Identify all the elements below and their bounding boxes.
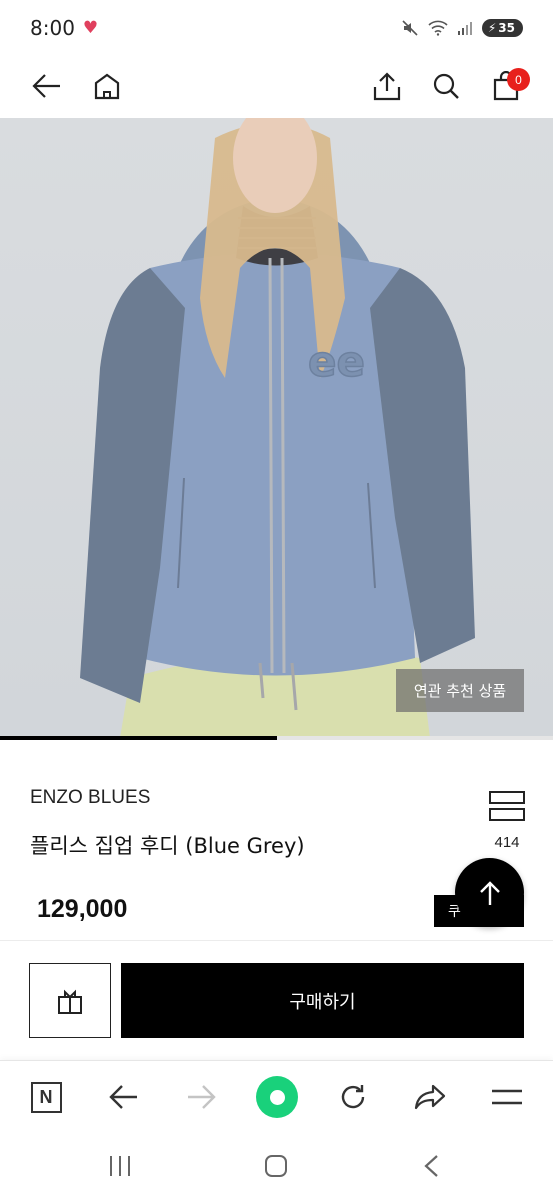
mute-icon [402,20,418,36]
app-header: 0 [0,56,553,118]
browser-toolbar: N [0,1060,553,1132]
browser-forward-button[interactable] [178,1074,224,1120]
sys-home-button[interactable] [256,1150,296,1182]
signal-icon [457,22,472,35]
heart-icon: ♥ [82,18,99,38]
back-button[interactable] [25,64,69,108]
product-photo: ee [80,118,475,738]
battery-level: 35 [498,21,515,35]
brand-name[interactable]: ENZO BLUES [30,787,150,809]
naver-button[interactable]: N [23,1074,69,1120]
share-icon [373,72,401,101]
product-price: 129,000 [37,895,128,923]
sys-home-icon [265,1155,287,1177]
charging-icon: ⚡ [487,21,497,35]
share-button[interactable] [365,64,409,108]
browser-forward-icon [188,1085,216,1109]
arrow-up-icon [479,880,500,905]
recent-apps-button[interactable] [100,1150,140,1182]
browser-back-button[interactable] [101,1074,147,1120]
sys-back-button[interactable] [411,1150,451,1182]
cart-button[interactable]: 0 [484,64,530,108]
chest-print-text: ee [308,337,365,386]
browser-home-icon [256,1076,298,1118]
cart-count-badge: 0 [507,68,530,91]
product-image[interactable]: ee 연관 추천 상품 [0,118,553,738]
refresh-button[interactable] [330,1074,376,1120]
search-button[interactable] [424,64,468,108]
browser-home-button[interactable] [254,1074,300,1120]
refresh-icon [341,1085,365,1109]
like-count: 414 [494,834,520,851]
battery-indicator: ⚡ 35 [481,19,523,37]
product-title: 플리스 집업 후디 (Blue Grey) [30,834,305,858]
home-icon [94,73,120,100]
menu-icon [492,1089,522,1105]
status-bar: 8:00 ♥ ⚡ 35 [0,0,553,56]
system-navigation [0,1132,553,1200]
wifi-icon [428,20,448,36]
browser-back-icon [109,1085,137,1109]
browser-share-button[interactable] [407,1074,453,1120]
home-button[interactable] [85,64,129,108]
like-icon [489,791,525,821]
gift-button[interactable] [29,963,111,1038]
browser-menu-button[interactable] [484,1074,530,1120]
buy-button[interactable]: 구매하기 [121,963,524,1038]
status-time: 8:00 [30,16,75,40]
naver-n-icon: N [30,1081,62,1113]
search-icon [433,73,459,99]
status-icons: ⚡ 35 [401,19,523,37]
divider [0,940,553,941]
back-icon [32,74,60,98]
recent-apps-icon [110,1156,130,1176]
image-progress-fill [0,736,277,740]
related-products-button[interactable]: 연관 추천 상품 [396,669,524,712]
gift-icon [58,989,82,1014]
sys-back-icon [424,1155,438,1177]
image-progress-track [0,736,553,740]
share-arrow-icon [414,1084,446,1110]
like-button[interactable]: 414 [483,790,531,851]
scroll-to-top-button[interactable] [455,858,524,927]
